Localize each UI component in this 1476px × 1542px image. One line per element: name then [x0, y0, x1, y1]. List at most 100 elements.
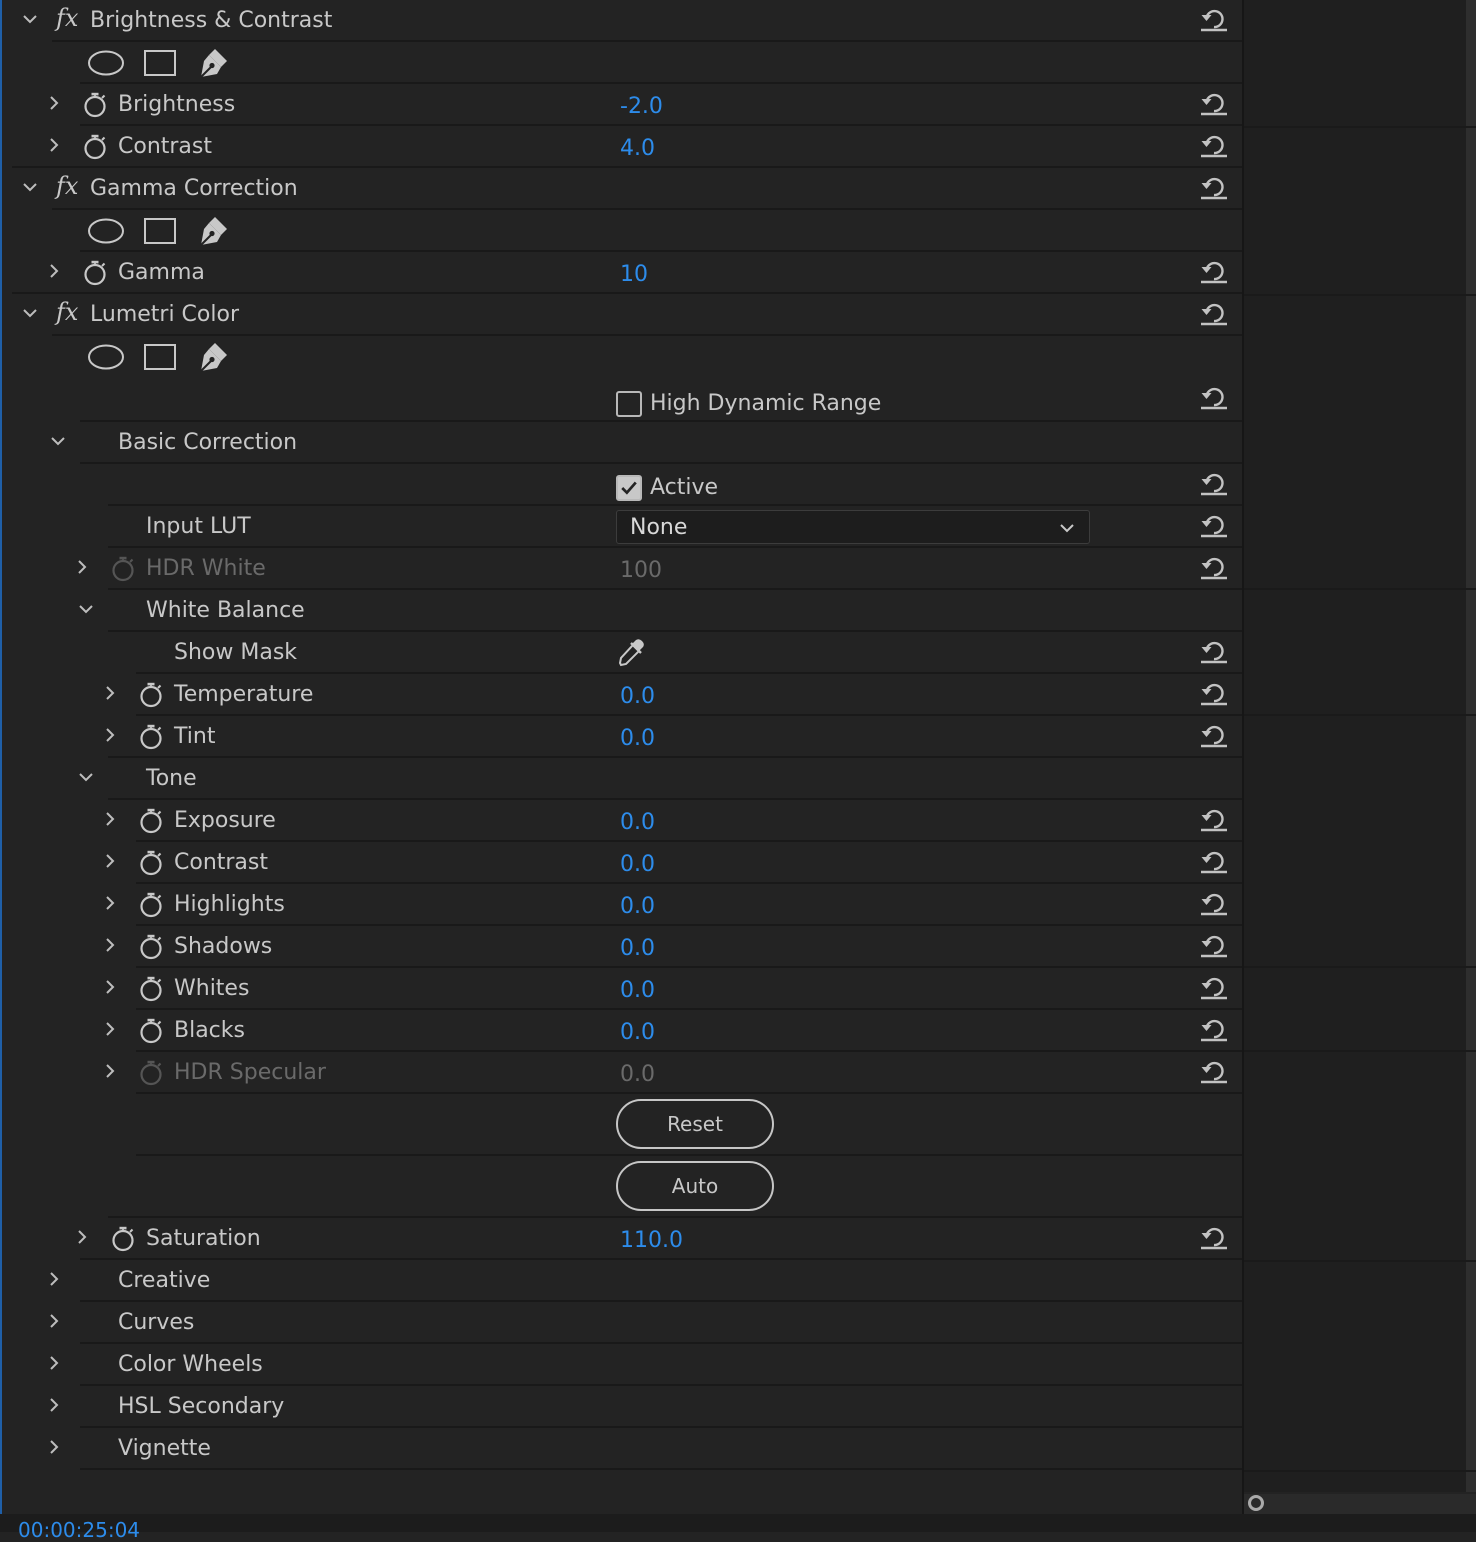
- input-lut-dropdown[interactable]: None: [616, 510, 1090, 544]
- stopwatch-icon[interactable]: [82, 260, 108, 286]
- section-vignette[interactable]: Vignette: [0, 1428, 1242, 1470]
- reset-icon[interactable]: [1199, 972, 1229, 1000]
- chevron-right-icon[interactable]: [102, 850, 118, 874]
- param-value[interactable]: 0.0: [620, 808, 655, 838]
- section-basic-correction[interactable]: Basic Correction: [0, 422, 1242, 464]
- rectangle-mask-icon[interactable]: [143, 343, 177, 371]
- stopwatch-icon[interactable]: [138, 682, 164, 708]
- auto-button[interactable]: Auto: [616, 1161, 774, 1211]
- pen-mask-icon[interactable]: [196, 214, 230, 248]
- param-value[interactable]: -2.0: [620, 92, 663, 122]
- chevron-right-icon[interactable]: [46, 1268, 62, 1292]
- timecode-display[interactable]: 00:00:25:04: [18, 1520, 140, 1540]
- chevron-right-icon[interactable]: [46, 92, 62, 116]
- effect-header-lumetri-color[interactable]: fx Lumetri Color: [0, 294, 1242, 336]
- panel-divider[interactable]: [1242, 0, 1244, 1532]
- param-value[interactable]: 10: [620, 260, 648, 290]
- chevron-down-icon[interactable]: [50, 430, 66, 454]
- fx-icon[interactable]: fx: [56, 4, 78, 32]
- chevron-down-icon[interactable]: [22, 8, 38, 32]
- param-value[interactable]: 0.0: [620, 934, 655, 964]
- chevron-right-icon[interactable]: [46, 1310, 62, 1334]
- rectangle-mask-icon[interactable]: [143, 49, 177, 77]
- section-color-wheels[interactable]: Color Wheels: [0, 1344, 1242, 1386]
- hdr-checkbox[interactable]: [616, 391, 642, 417]
- active-checkbox[interactable]: [616, 475, 642, 501]
- chevron-right-icon[interactable]: [46, 260, 62, 284]
- reset-icon[interactable]: [1199, 1222, 1229, 1250]
- reset-icon[interactable]: [1199, 804, 1229, 832]
- reset-icon[interactable]: [1199, 298, 1229, 326]
- reset-icon[interactable]: [1199, 552, 1229, 580]
- stopwatch-icon[interactable]: [82, 134, 108, 160]
- stopwatch-icon[interactable]: [138, 934, 164, 960]
- chevron-right-icon[interactable]: [46, 1436, 62, 1460]
- reset-icon[interactable]: [1199, 468, 1229, 496]
- reset-button[interactable]: Reset: [616, 1099, 774, 1149]
- chevron-down-icon[interactable]: [78, 766, 94, 790]
- effect-header-brightness-contrast[interactable]: fx Brightness & Contrast: [0, 0, 1242, 42]
- section-tone[interactable]: Tone: [0, 758, 1242, 800]
- chevron-right-icon[interactable]: [46, 1394, 62, 1418]
- vertical-scrollbar[interactable]: [1466, 0, 1476, 1492]
- chevron-down-icon[interactable]: [78, 598, 94, 622]
- stopwatch-icon[interactable]: [138, 892, 164, 918]
- param-value[interactable]: 0.0: [620, 724, 655, 754]
- section-curves[interactable]: Curves: [0, 1302, 1242, 1344]
- stopwatch-icon[interactable]: [138, 724, 164, 750]
- pen-mask-icon[interactable]: [196, 46, 230, 80]
- chevron-right-icon[interactable]: [74, 556, 90, 580]
- ellipse-mask-icon[interactable]: [87, 343, 125, 371]
- chevron-right-icon[interactable]: [102, 808, 118, 832]
- reset-icon[interactable]: [1199, 4, 1229, 32]
- param-value[interactable]: 4.0: [620, 134, 655, 164]
- chevron-right-icon[interactable]: [46, 134, 62, 158]
- effect-header-gamma-correction[interactable]: fx Gamma Correction: [0, 168, 1242, 210]
- section-white-balance[interactable]: White Balance: [0, 590, 1242, 632]
- stopwatch-icon[interactable]: [138, 808, 164, 834]
- chevron-down-icon[interactable]: [22, 302, 38, 326]
- chevron-right-icon[interactable]: [102, 682, 118, 706]
- reset-icon[interactable]: [1199, 636, 1229, 664]
- param-value[interactable]: 0.0: [620, 1018, 655, 1048]
- section-creative[interactable]: Creative: [0, 1260, 1242, 1302]
- section-hsl-secondary[interactable]: HSL Secondary: [0, 1386, 1242, 1428]
- param-value[interactable]: 0.0: [620, 976, 655, 1006]
- param-value[interactable]: 0.0: [620, 892, 655, 922]
- reset-icon[interactable]: [1199, 172, 1229, 200]
- param-value[interactable]: 110.0: [620, 1226, 683, 1256]
- chevron-right-icon[interactable]: [102, 1018, 118, 1042]
- chevron-down-icon[interactable]: [22, 176, 38, 200]
- stopwatch-icon[interactable]: [138, 850, 164, 876]
- ellipse-mask-icon[interactable]: [87, 217, 125, 245]
- reset-icon[interactable]: [1199, 720, 1229, 748]
- reset-icon[interactable]: [1199, 1056, 1229, 1084]
- fx-icon[interactable]: fx: [56, 298, 78, 326]
- rectangle-mask-icon[interactable]: [143, 217, 177, 245]
- stopwatch-icon[interactable]: [82, 92, 108, 118]
- chevron-right-icon[interactable]: [102, 892, 118, 916]
- param-value[interactable]: 0.0: [620, 682, 655, 712]
- stopwatch-icon[interactable]: [138, 976, 164, 1002]
- chevron-right-icon[interactable]: [102, 1060, 118, 1084]
- reset-icon[interactable]: [1199, 382, 1229, 410]
- reset-icon[interactable]: [1199, 256, 1229, 284]
- chevron-right-icon[interactable]: [102, 976, 118, 1000]
- reset-icon[interactable]: [1199, 888, 1229, 916]
- stopwatch-icon[interactable]: [138, 1018, 164, 1044]
- reset-icon[interactable]: [1199, 130, 1229, 158]
- reset-icon[interactable]: [1199, 1014, 1229, 1042]
- stopwatch-icon[interactable]: [110, 1226, 136, 1252]
- param-value[interactable]: 0.0: [620, 850, 655, 880]
- reset-icon[interactable]: [1199, 930, 1229, 958]
- reset-icon[interactable]: [1199, 846, 1229, 874]
- ellipse-mask-icon[interactable]: [87, 49, 125, 77]
- chevron-right-icon[interactable]: [102, 724, 118, 748]
- playhead-icon[interactable]: [1248, 1495, 1264, 1511]
- reset-icon[interactable]: [1199, 678, 1229, 706]
- reset-icon[interactable]: [1199, 88, 1229, 116]
- reset-icon[interactable]: [1199, 510, 1229, 538]
- chevron-right-icon[interactable]: [46, 1352, 62, 1376]
- eyedropper-icon[interactable]: [616, 638, 646, 668]
- timeline-track-area[interactable]: [1244, 0, 1476, 1492]
